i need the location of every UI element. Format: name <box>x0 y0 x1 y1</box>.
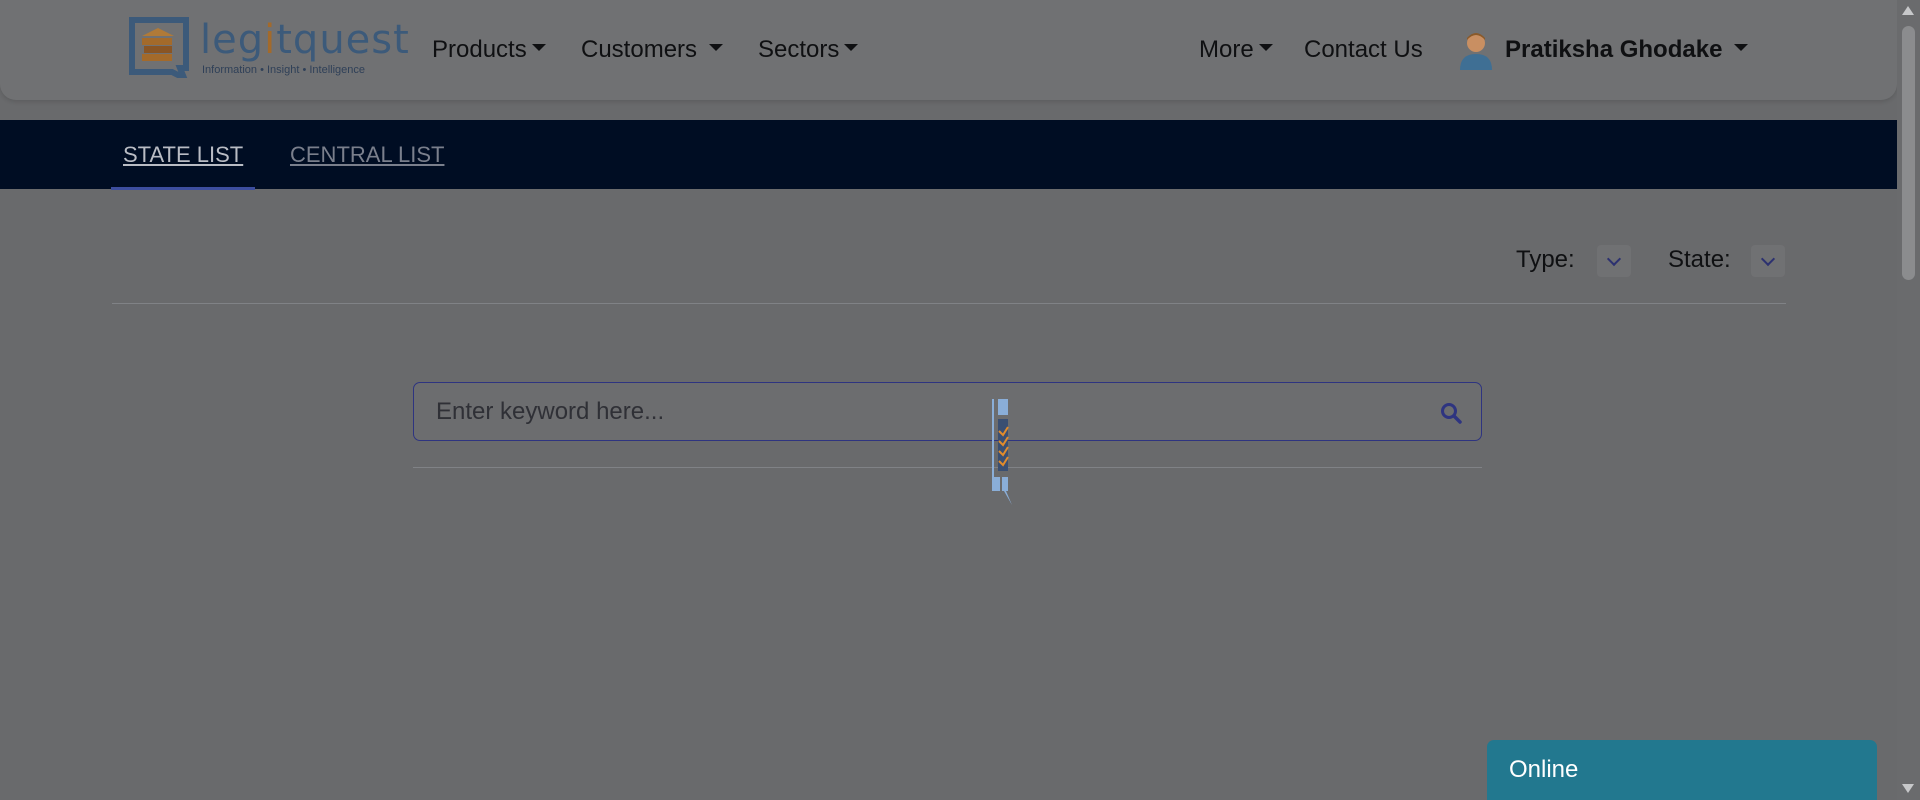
scroll-up-arrow-icon[interactable] <box>1902 6 1914 15</box>
tab-state-list[interactable]: STATE LIST <box>111 120 256 190</box>
nav-sectors-label: Sectors <box>758 36 840 63</box>
filter-divider <box>112 303 1786 304</box>
nav-products[interactable]: Products <box>432 34 546 66</box>
caret-down-icon <box>531 44 546 52</box>
type-filter-label: Type: <box>1516 246 1575 273</box>
search-icon[interactable] <box>1439 401 1463 425</box>
legitquest-logo[interactable]: legitquest Information • Insight • Intel… <box>128 16 409 82</box>
book-stack-logo-icon <box>129 17 189 78</box>
chevron-down-icon <box>1760 251 1776 267</box>
caret-down-icon <box>709 44 724 52</box>
state-filter-label: State: <box>1668 246 1731 273</box>
search-input[interactable] <box>434 383 1418 441</box>
nav-more[interactable]: More <box>1199 34 1273 66</box>
page-scrollbar[interactable] <box>1897 0 1920 800</box>
caret-down-icon <box>1734 44 1749 52</box>
caret-down-icon <box>1258 44 1273 52</box>
nav-customers-label: Customers <box>581 36 698 63</box>
nav-sectors[interactable]: Sectors <box>758 34 859 66</box>
caret-down-icon <box>844 44 859 52</box>
user-avatar-icon[interactable] <box>1458 30 1494 70</box>
user-menu[interactable]: Pratiksha Ghodake <box>1505 34 1749 66</box>
header: legitquest Information • Insight • Intel… <box>0 0 1897 100</box>
chat-widget[interactable]: Online <box>1487 740 1877 800</box>
type-filter-select[interactable] <box>1597 245 1631 277</box>
nav-products-label: Products <box>432 36 527 63</box>
tab-central-list[interactable]: CENTRAL LIST <box>290 120 444 189</box>
search-divider <box>413 467 1482 468</box>
state-filter-select[interactable] <box>1751 245 1785 277</box>
nav-contact-us[interactable]: Contact Us <box>1304 34 1423 66</box>
search-box <box>413 382 1482 441</box>
logo-tagline: Information • Insight • Intelligence <box>202 64 366 76</box>
scroll-down-arrow-icon[interactable] <box>1902 784 1914 793</box>
chevron-down-icon <box>1606 251 1622 267</box>
user-name-label: Pratiksha Ghodake <box>1505 36 1723 63</box>
loading-spinner-icon <box>992 399 1012 505</box>
nav-customers[interactable]: Customers <box>581 34 724 66</box>
scrollbar-thumb[interactable] <box>1902 26 1915 280</box>
list-tab-bar: STATE LIST CENTRAL LIST <box>0 120 1897 190</box>
logo-wordmark: legitquest <box>200 17 410 63</box>
chat-status-label: Online <box>1509 756 1579 783</box>
nav-more-label: More <box>1199 36 1254 63</box>
